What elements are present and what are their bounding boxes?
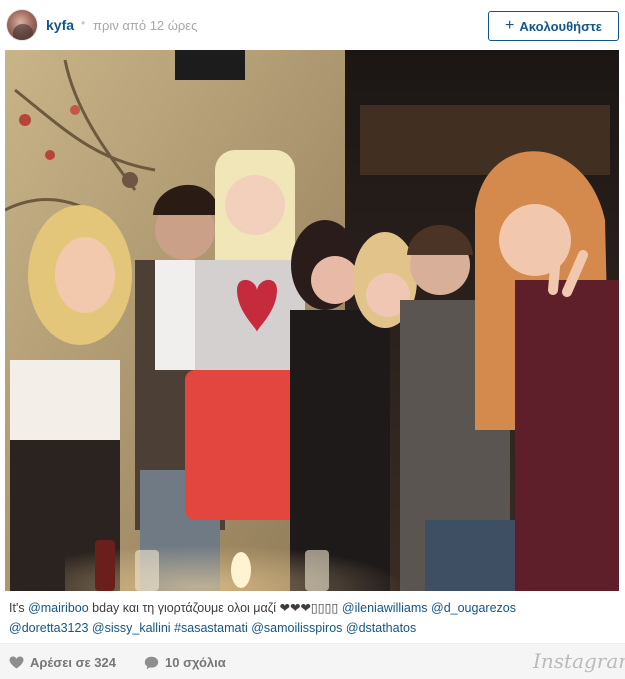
likes-count[interactable]: Αρέσει σε 324 bbox=[9, 655, 116, 670]
speech-bubble-icon bbox=[144, 656, 159, 669]
caption-text: bday και τη γιορτάζουμε ολοι μαζί ❤❤❤ bbox=[88, 601, 311, 615]
follow-button[interactable]: + Ακολουθήστε bbox=[488, 11, 619, 41]
avatar[interactable] bbox=[6, 9, 38, 41]
party-photo-illustration bbox=[5, 50, 619, 591]
post-caption: It's @mairiboo bday και τη γιορτάζουμε ο… bbox=[9, 598, 617, 638]
post-photo[interactable] bbox=[5, 50, 619, 591]
follow-label: Ακολουθήστε bbox=[519, 18, 602, 34]
mention-link[interactable]: @ileniawilliams bbox=[342, 601, 428, 615]
heart-icon bbox=[9, 656, 24, 669]
hashtag-link[interactable]: #sasastamati bbox=[174, 621, 248, 635]
mention-link[interactable]: @dstathatos bbox=[346, 621, 416, 635]
likes-label: Αρέσει σε 324 bbox=[30, 655, 116, 670]
caption-text: It's bbox=[9, 601, 29, 615]
username-link[interactable]: kyfa bbox=[46, 17, 74, 33]
comments-label: 10 σχόλια bbox=[165, 655, 226, 670]
post-footer: Αρέσει σε 324 10 σχόλια Instagram bbox=[0, 643, 625, 679]
mention-link[interactable]: @d_ougarezos bbox=[431, 601, 516, 615]
caption-emoji-placeholder: ▯▯▯▯ bbox=[310, 601, 339, 615]
comments-count[interactable]: 10 σχόλια bbox=[144, 655, 226, 670]
plus-icon: + bbox=[505, 17, 515, 34]
post-header: kyfa • πριν από 12 ώρες + Ακολουθήστε bbox=[0, 0, 625, 50]
mention-link[interactable]: @doretta3123 bbox=[9, 621, 88, 635]
mention-link[interactable]: @mairiboo bbox=[28, 601, 89, 615]
post-timestamp[interactable]: πριν από 12 ώρες bbox=[93, 18, 197, 33]
separator-dot: • bbox=[81, 16, 86, 30]
mention-link[interactable]: @sissy_kallini bbox=[92, 621, 171, 635]
mention-link[interactable]: @samoilisspiros bbox=[251, 621, 342, 635]
instagram-logo[interactable]: Instagram bbox=[533, 649, 625, 673]
